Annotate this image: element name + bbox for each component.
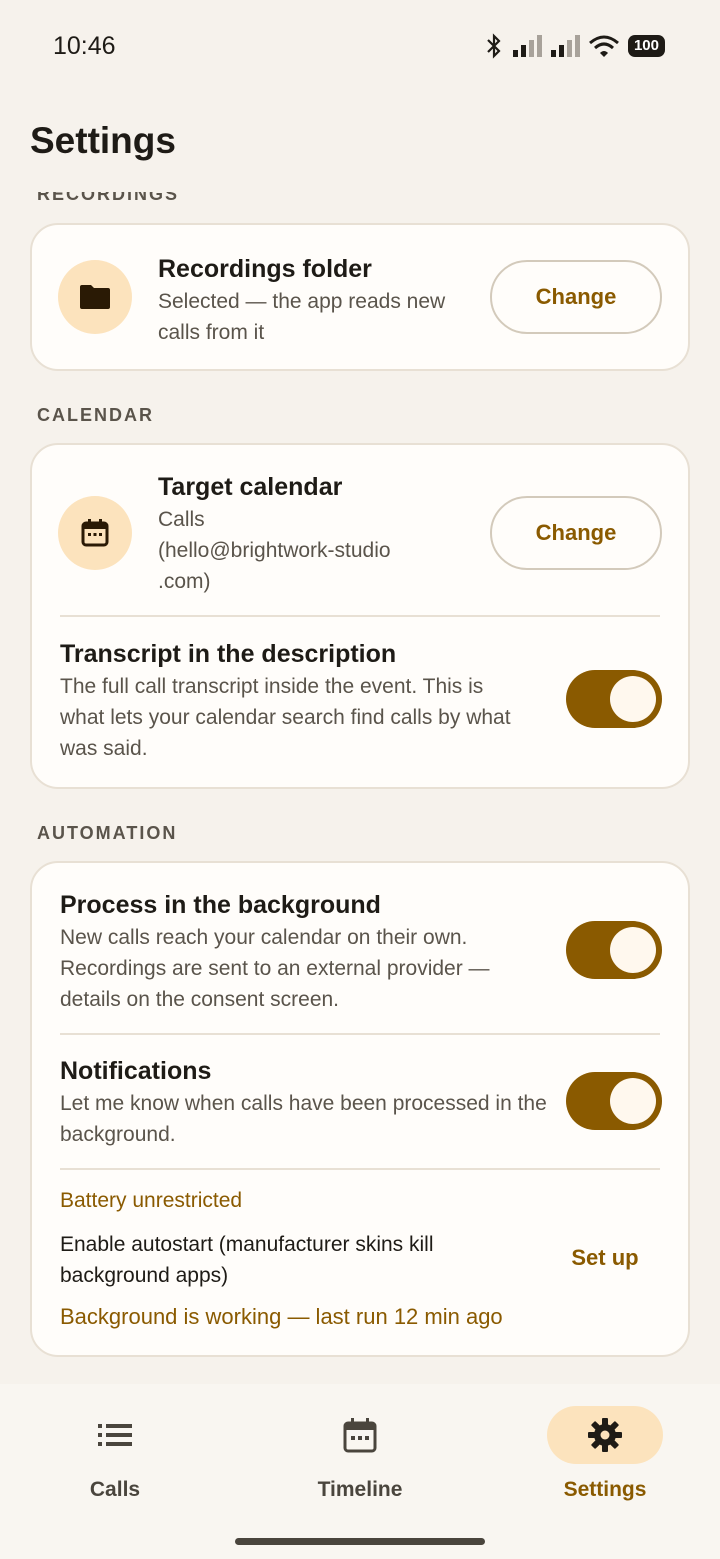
gear-icon <box>588 1418 622 1452</box>
transcript-subtitle: The full call transcript inside the even… <box>60 675 511 760</box>
divider <box>60 1168 660 1170</box>
calendar-card: Target calendar Calls (hello@brightwork-… <box>30 443 690 789</box>
background-status: Background is working — last run 12 min … <box>60 1304 503 1329</box>
home-indicator[interactable] <box>235 1538 485 1545</box>
background-title: Process in the background <box>60 891 381 919</box>
nav-label-calls: Calls <box>89 1478 141 1501</box>
toggle-knob <box>610 1078 656 1124</box>
toggle-knob <box>610 676 656 722</box>
background-subtitle: New calls reach your calendar on their o… <box>60 926 490 1011</box>
section-label-calendar: CALENDAR <box>37 405 154 425</box>
automation-card: Process in the background New calls reac… <box>30 861 690 1357</box>
signal-icon <box>512 35 542 57</box>
calendar-icon <box>343 1418 377 1453</box>
calendar-icon-circle <box>58 496 132 570</box>
background-toggle[interactable] <box>566 921 662 979</box>
nav-pill-settings <box>547 1406 663 1464</box>
section-label-automation: AUTOMATION <box>37 823 178 843</box>
nav-item-settings[interactable]: Settings <box>515 1406 695 1502</box>
divider <box>60 615 660 617</box>
divider <box>60 1033 660 1035</box>
nav-label-settings: Settings <box>563 1478 647 1501</box>
page-title: Settings <box>30 120 176 161</box>
toggle-knob <box>610 927 656 973</box>
setup-button[interactable]: Set up <box>540 1245 670 1271</box>
autostart-text: Enable autostart (manufacturer skins kil… <box>60 1233 434 1287</box>
notifications-subtitle: Let me know when calls have been process… <box>60 1092 547 1146</box>
signal-icon-2 <box>550 35 580 57</box>
status-time: 10:46 <box>53 32 116 60</box>
list-icon <box>98 1424 132 1446</box>
transcript-title: Transcript in the description <box>60 640 397 668</box>
recordings-folder-subtitle: Selected — the app reads new calls from … <box>158 290 446 344</box>
settings-list[interactable]: RECORDINGS Recordings folder Selected — … <box>0 192 720 1382</box>
nav-item-timeline[interactable]: Timeline <box>270 1406 450 1502</box>
bottom-navigation: Calls Timeline Settings <box>0 1384 720 1559</box>
recordings-card: Recordings folder Selected — the app rea… <box>30 223 690 371</box>
notifications-toggle[interactable] <box>566 1072 662 1130</box>
notifications-title: Notifications <box>60 1057 212 1085</box>
nav-pill-timeline <box>302 1406 418 1464</box>
change-folder-button[interactable]: Change <box>490 260 662 334</box>
target-calendar-account-cont: .com) <box>158 570 211 593</box>
status-icons: 100 <box>484 33 665 59</box>
recordings-folder-title: Recordings folder <box>158 255 372 283</box>
target-calendar-account: (hello@brightwork-studio <box>158 539 391 562</box>
nav-label-timeline: Timeline <box>317 1478 403 1501</box>
calendar-icon <box>81 519 109 547</box>
section-label-recordings: RECORDINGS <box>37 192 180 204</box>
transcript-toggle[interactable] <box>566 670 662 728</box>
battery-indicator: 100 <box>627 35 665 57</box>
target-calendar-title: Target calendar <box>158 473 343 501</box>
wifi-icon <box>588 35 619 57</box>
folder-icon <box>80 285 110 309</box>
bluetooth-icon <box>487 33 501 59</box>
battery-status: Battery unrestricted <box>60 1189 243 1212</box>
folder-icon-circle <box>58 260 132 334</box>
nav-pill-calls <box>57 1406 173 1464</box>
status-bar: 10:46 100 <box>0 0 720 96</box>
nav-item-calls[interactable]: Calls <box>25 1406 205 1502</box>
target-calendar-name: Calls <box>158 508 205 531</box>
change-calendar-button[interactable]: Change <box>490 496 662 570</box>
